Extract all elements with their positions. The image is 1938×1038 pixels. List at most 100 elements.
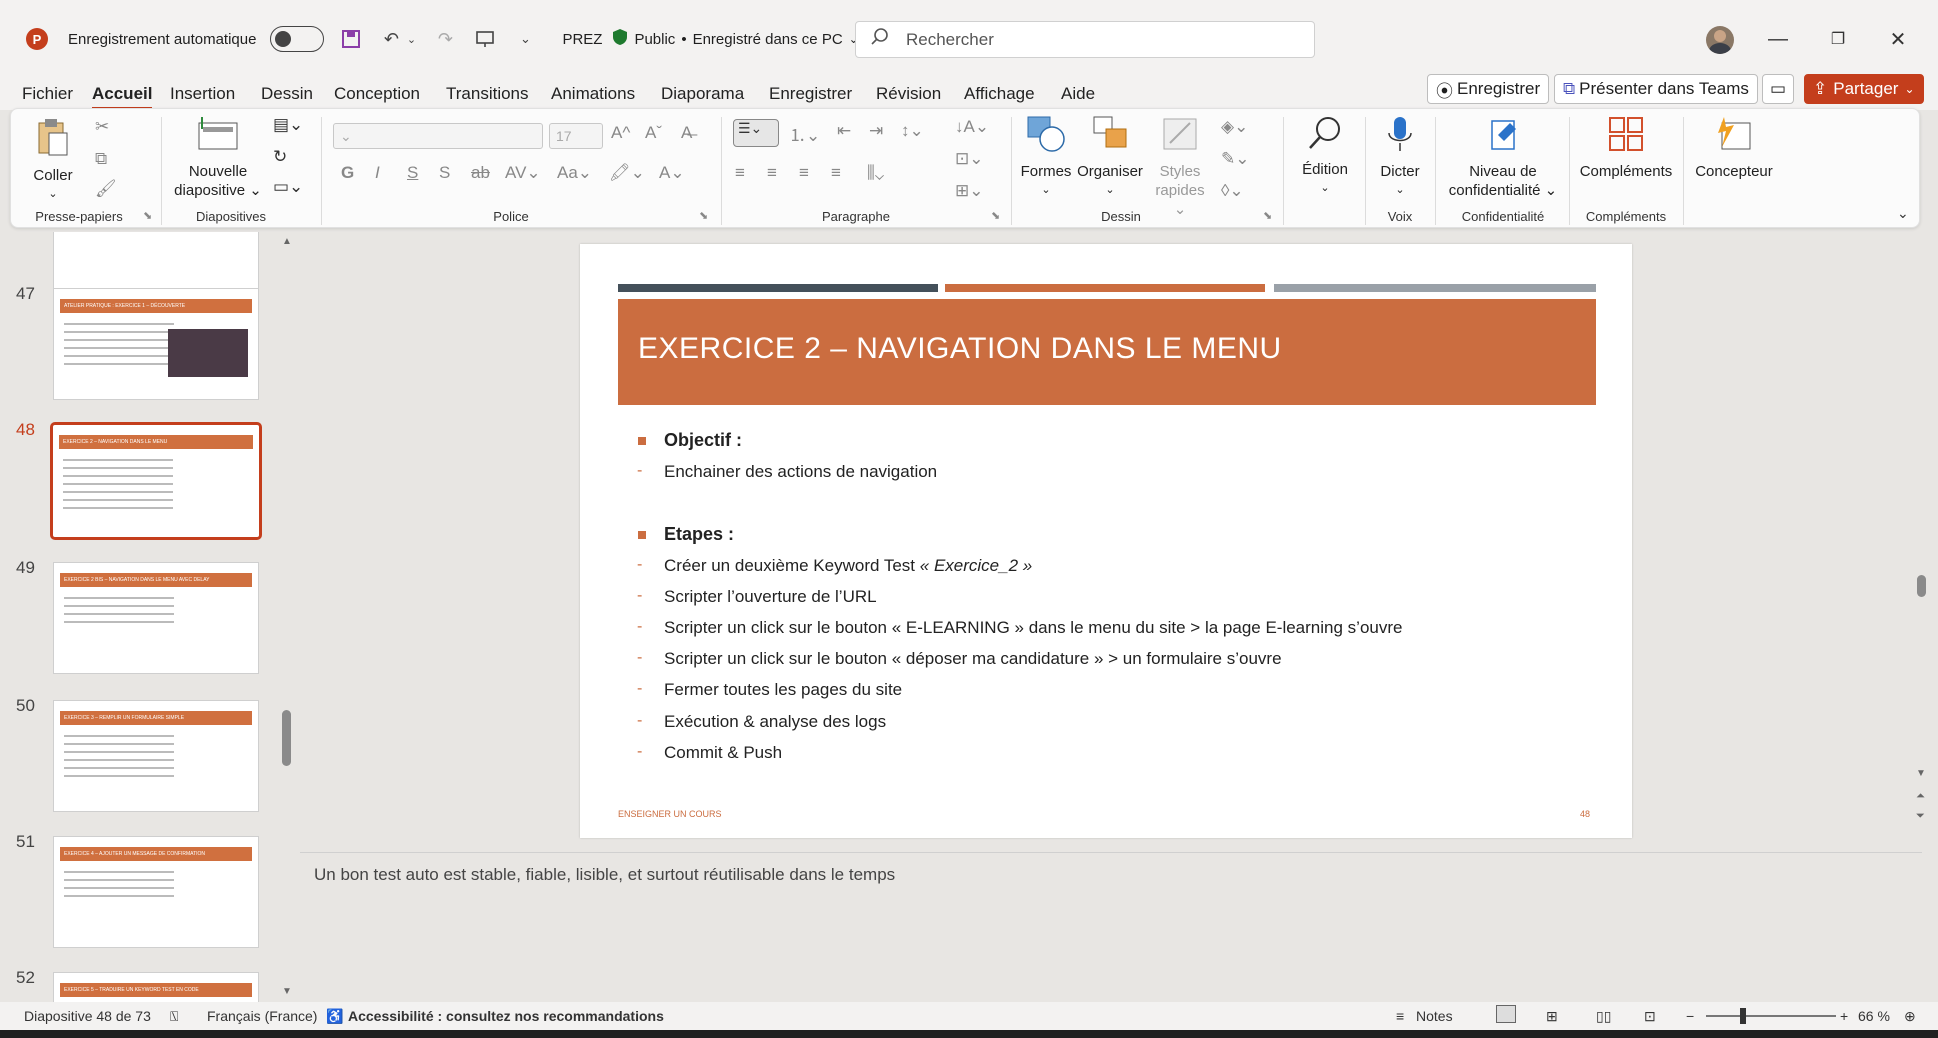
- restore-icon[interactable]: ❐: [1818, 20, 1858, 58]
- zoom-slider-handle[interactable]: [1740, 1008, 1746, 1024]
- format-painter-icon[interactable]: 🖌: [95, 179, 117, 199]
- customize-toolbar-icon[interactable]: ⌄: [512, 26, 538, 52]
- slide-title[interactable]: EXERCICE 2 – NAVIGATION DANS LE MENU: [638, 332, 1282, 366]
- redo-icon[interactable]: ↷: [432, 26, 458, 52]
- shape-outline-icon[interactable]: ✎⌄: [1221, 149, 1250, 169]
- slide-thumbnail[interactable]: EXERCICE 2 BIS – NAVIGATION DANS LE MENU…: [53, 562, 259, 674]
- autosave-toggle[interactable]: [270, 26, 325, 52]
- underline-button[interactable]: S: [407, 163, 418, 183]
- cut-icon[interactable]: ✂: [95, 117, 109, 137]
- tab-accueil[interactable]: Accueil: [92, 78, 153, 110]
- layout-icon[interactable]: ▤⌄: [273, 115, 303, 135]
- decrease-indent-icon[interactable]: ⇤: [837, 121, 851, 141]
- ribbon-collapse-icon[interactable]: ⌄: [1897, 205, 1909, 222]
- align-center-icon[interactable]: ≡: [767, 163, 777, 183]
- tab-transitions[interactable]: Transitions: [446, 78, 529, 110]
- spelling-icon[interactable]: ⍂: [170, 1008, 178, 1025]
- italic-button[interactable]: I: [375, 163, 380, 183]
- slide-thumbnail[interactable]: [53, 232, 259, 294]
- addins-button[interactable]: Compléments: [1573, 115, 1679, 181]
- slide-thumbnail[interactable]: EXERCICE 4 – AJOUTER UN MESSAGE DE CONFI…: [53, 836, 259, 948]
- slide-thumbnail[interactable]: EXERCICE 5 – TRADUIRE UN KEYWORD TEST EN…: [53, 972, 259, 1002]
- bold-button[interactable]: G: [341, 163, 354, 183]
- slide-counter[interactable]: Diapositive 48 de 73: [24, 1008, 151, 1024]
- highlight-icon[interactable]: 🖍⌄: [609, 163, 645, 183]
- search-input[interactable]: Rechercher: [855, 21, 1315, 58]
- text-direction-icon[interactable]: ↓A⌄: [955, 117, 989, 137]
- char-spacing-icon[interactable]: AV⌄: [505, 163, 541, 183]
- fit-to-window-icon[interactable]: ⊕: [1904, 1008, 1916, 1025]
- font-launcher-icon[interactable]: ⬊: [699, 209, 708, 222]
- new-slide-button[interactable]: Nouvelle diapositive ⌄: [173, 117, 263, 200]
- smartart-icon[interactable]: ⊞⌄: [955, 181, 984, 201]
- paste-button[interactable]: Coller ⌄: [33, 117, 73, 204]
- line-spacing-icon[interactable]: ↕⌄: [901, 121, 924, 141]
- arrange-button[interactable]: Organiser ⌄: [1075, 115, 1145, 200]
- tab-insertion[interactable]: Insertion: [170, 78, 235, 110]
- quick-styles-button[interactable]: Styles rapides ⌄: [1149, 115, 1211, 219]
- notes-text[interactable]: Un bon test auto est stable, fiable, lis…: [314, 865, 895, 885]
- tab-enregistrer[interactable]: Enregistrer: [769, 78, 852, 110]
- minimize-icon[interactable]: —: [1758, 20, 1798, 58]
- editor-scroll-thumb[interactable]: [1917, 575, 1926, 597]
- tab-dessin[interactable]: Dessin: [261, 78, 313, 110]
- thumbnail-scroll-thumb[interactable]: [282, 710, 291, 766]
- section-icon[interactable]: ▭⌄: [273, 177, 303, 197]
- clipboard-launcher-icon[interactable]: ⬊: [143, 209, 152, 222]
- normal-view-icon[interactable]: [1496, 1005, 1516, 1023]
- drawing-launcher-icon[interactable]: ⬊: [1263, 209, 1272, 222]
- zoom-in-icon[interactable]: +: [1840, 1008, 1848, 1024]
- slide-thumbnail[interactable]: EXERCICE 3 – REMPLIR UN FORMULAIRE SIMPL…: [53, 700, 259, 812]
- accessibility-status[interactable]: Accessibilité : consultez nos recommanda…: [348, 1008, 664, 1024]
- share-button[interactable]: ⇪ Partager ⌄: [1804, 74, 1924, 104]
- reading-view-icon[interactable]: ▯▯: [1596, 1008, 1611, 1025]
- copy-icon[interactable]: ⧉: [95, 149, 107, 169]
- numbering-icon[interactable]: ⒈⌄: [789, 121, 820, 146]
- change-case-icon[interactable]: Aa⌄: [557, 163, 592, 183]
- columns-icon[interactable]: ⫼⌄: [867, 163, 884, 183]
- slide-thumbnail-selected[interactable]: EXERCICE 2 – NAVIGATION DANS LE MENU: [50, 422, 262, 540]
- justify-icon[interactable]: ≡: [831, 163, 841, 183]
- paragraph-launcher-icon[interactable]: ⬊: [991, 209, 1000, 222]
- shapes-button[interactable]: Formes ⌄: [1019, 115, 1073, 200]
- tab-affichage[interactable]: Affichage: [964, 78, 1035, 110]
- present-in-teams-button[interactable]: ⧉ Présenter dans Teams: [1554, 74, 1758, 104]
- zoom-slider[interactable]: [1706, 1015, 1836, 1017]
- shrink-font-icon[interactable]: Aˇ: [645, 123, 662, 143]
- font-color-icon[interactable]: A⌄: [659, 163, 685, 183]
- close-icon[interactable]: ✕: [1878, 20, 1918, 58]
- tab-fichier[interactable]: Fichier: [22, 78, 73, 110]
- present-from-start-icon[interactable]: [472, 26, 498, 52]
- tab-revision[interactable]: Révision: [876, 78, 941, 110]
- zoom-level[interactable]: 66 %: [1858, 1008, 1890, 1024]
- language[interactable]: Français (France): [207, 1008, 317, 1024]
- dictate-button[interactable]: Dicter ⌄: [1371, 115, 1429, 200]
- save-status[interactable]: Enregistré dans ce PC: [693, 31, 843, 48]
- tab-conception[interactable]: Conception: [334, 78, 420, 110]
- record-button[interactable]: ⦿ Enregistrer: [1427, 74, 1550, 104]
- editing-button[interactable]: Édition ⌄: [1291, 115, 1359, 198]
- clear-formatting-icon[interactable]: A̶: [681, 123, 692, 143]
- slideshow-icon[interactable]: ⊡: [1644, 1008, 1656, 1025]
- font-family-field[interactable]: ⌄: [333, 123, 543, 149]
- tab-diaporama[interactable]: Diaporama: [661, 78, 744, 110]
- shape-effects-icon[interactable]: ◊⌄: [1221, 181, 1244, 201]
- strikethrough-button[interactable]: ab: [471, 163, 490, 183]
- slide-thumbnail[interactable]: ATELIER PRATIQUE : EXERCICE 1 – DÉCOUVER…: [53, 288, 259, 400]
- shape-fill-icon[interactable]: ◈⌄: [1221, 117, 1248, 137]
- font-size-field[interactable]: 17: [549, 123, 603, 149]
- tab-aide[interactable]: Aide: [1061, 78, 1095, 110]
- zoom-out-icon[interactable]: −: [1686, 1008, 1694, 1024]
- avatar[interactable]: [1706, 26, 1734, 54]
- grow-font-icon[interactable]: A^: [611, 123, 630, 143]
- designer-button[interactable]: Concepteur: [1689, 115, 1779, 181]
- align-right-icon[interactable]: ≡: [799, 163, 809, 183]
- shadow-button[interactable]: S: [439, 163, 450, 183]
- undo-icon[interactable]: ↶: [378, 26, 404, 52]
- comments-icon[interactable]: ▭: [1762, 74, 1794, 104]
- notes-pane[interactable]: Un bon test auto est stable, fiable, lis…: [300, 852, 1922, 1002]
- sensitivity-button[interactable]: Niveau de confidentialité ⌄: [1443, 115, 1563, 200]
- sensitivity-label[interactable]: Public: [634, 31, 675, 48]
- notes-button[interactable]: Notes: [1416, 1008, 1453, 1024]
- undo-dropdown-icon[interactable]: ⌄: [404, 26, 418, 52]
